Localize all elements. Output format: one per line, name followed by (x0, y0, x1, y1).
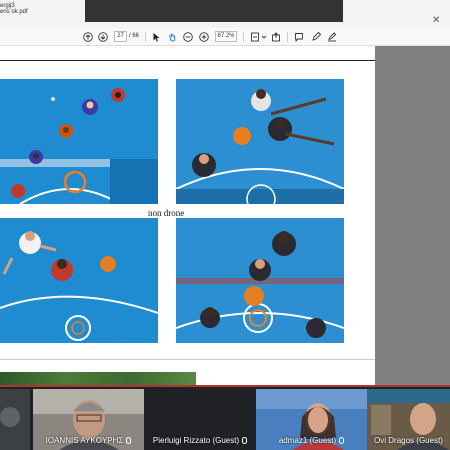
toolbar-divider (145, 32, 146, 42)
zoom-out-icon[interactable] (182, 31, 194, 43)
mic-icon (339, 437, 345, 445)
pdf-page: non drone (0, 46, 375, 385)
participant-tile-2[interactable]: PR Pierluigi Rizzato (Guest) (144, 389, 256, 450)
close-icon[interactable]: ✕ (432, 15, 440, 26)
pdf-toolbar: 27 / 66 87.2% (0, 28, 450, 46)
page-down-icon[interactable] (97, 31, 109, 43)
basketball-photo-3 (0, 218, 158, 343)
next-page-image (0, 372, 196, 385)
page-number-input[interactable]: 27 (114, 31, 127, 42)
window-title-bar: ergij3 ens ok.pdf ✕ (0, 0, 450, 28)
file-title-line2: ens ok.pdf (0, 9, 28, 15)
page-total: / 66 (129, 33, 140, 39)
file-title: ergij3 ens ok.pdf (0, 3, 28, 15)
chevron-down-icon[interactable] (258, 31, 270, 43)
participant-name-3: admaz1 (Guest) (256, 436, 367, 445)
participant-tile-self[interactable] (0, 389, 30, 450)
hand-tool-icon[interactable] (166, 31, 178, 43)
toolbar-divider (243, 32, 244, 42)
toolbar-divider (287, 32, 288, 42)
page-separator (0, 359, 375, 360)
page-rule (0, 60, 375, 61)
image-caption: non drone (148, 208, 185, 218)
participants-bar: IOANNIS AYKOYPHΣ PR Pierluigi Rizzato (G… (0, 385, 450, 450)
zoom-in-icon[interactable] (198, 31, 210, 43)
participant-tile-4[interactable]: Ovi Dragos (Guest) (367, 389, 450, 450)
avatar (0, 407, 20, 427)
shared-screen-overlay (85, 0, 343, 22)
mic-icon (242, 437, 248, 445)
basketball-photo-4 (176, 218, 344, 343)
mic-icon (126, 437, 132, 445)
pdf-viewer-background (375, 46, 450, 385)
select-tool-icon[interactable] (150, 31, 162, 43)
screen: ergij3 ens ok.pdf ✕ 27 / 66 87.2% non dr… (0, 0, 450, 450)
pen-icon[interactable] (310, 31, 322, 43)
highlight-icon[interactable] (326, 31, 338, 43)
export-icon[interactable] (270, 31, 282, 43)
page-up-icon[interactable] (82, 31, 94, 43)
participant-tile-3[interactable]: admaz1 (Guest) (256, 389, 367, 450)
participant-name-2: Pierluigi Rizzato (Guest) (144, 436, 256, 445)
participant-name-4: Ovi Dragos (Guest) (374, 436, 443, 445)
basketball-photo-1 (0, 79, 158, 204)
participant-name-1: IOANNIS AYKOYPHΣ (33, 436, 144, 445)
participant-tile-1[interactable]: IOANNIS AYKOYPHΣ (33, 389, 144, 450)
zoom-level-select[interactable]: 87.2% (215, 31, 237, 42)
comment-icon[interactable] (293, 31, 305, 43)
basketball-photo-2 (176, 79, 344, 204)
